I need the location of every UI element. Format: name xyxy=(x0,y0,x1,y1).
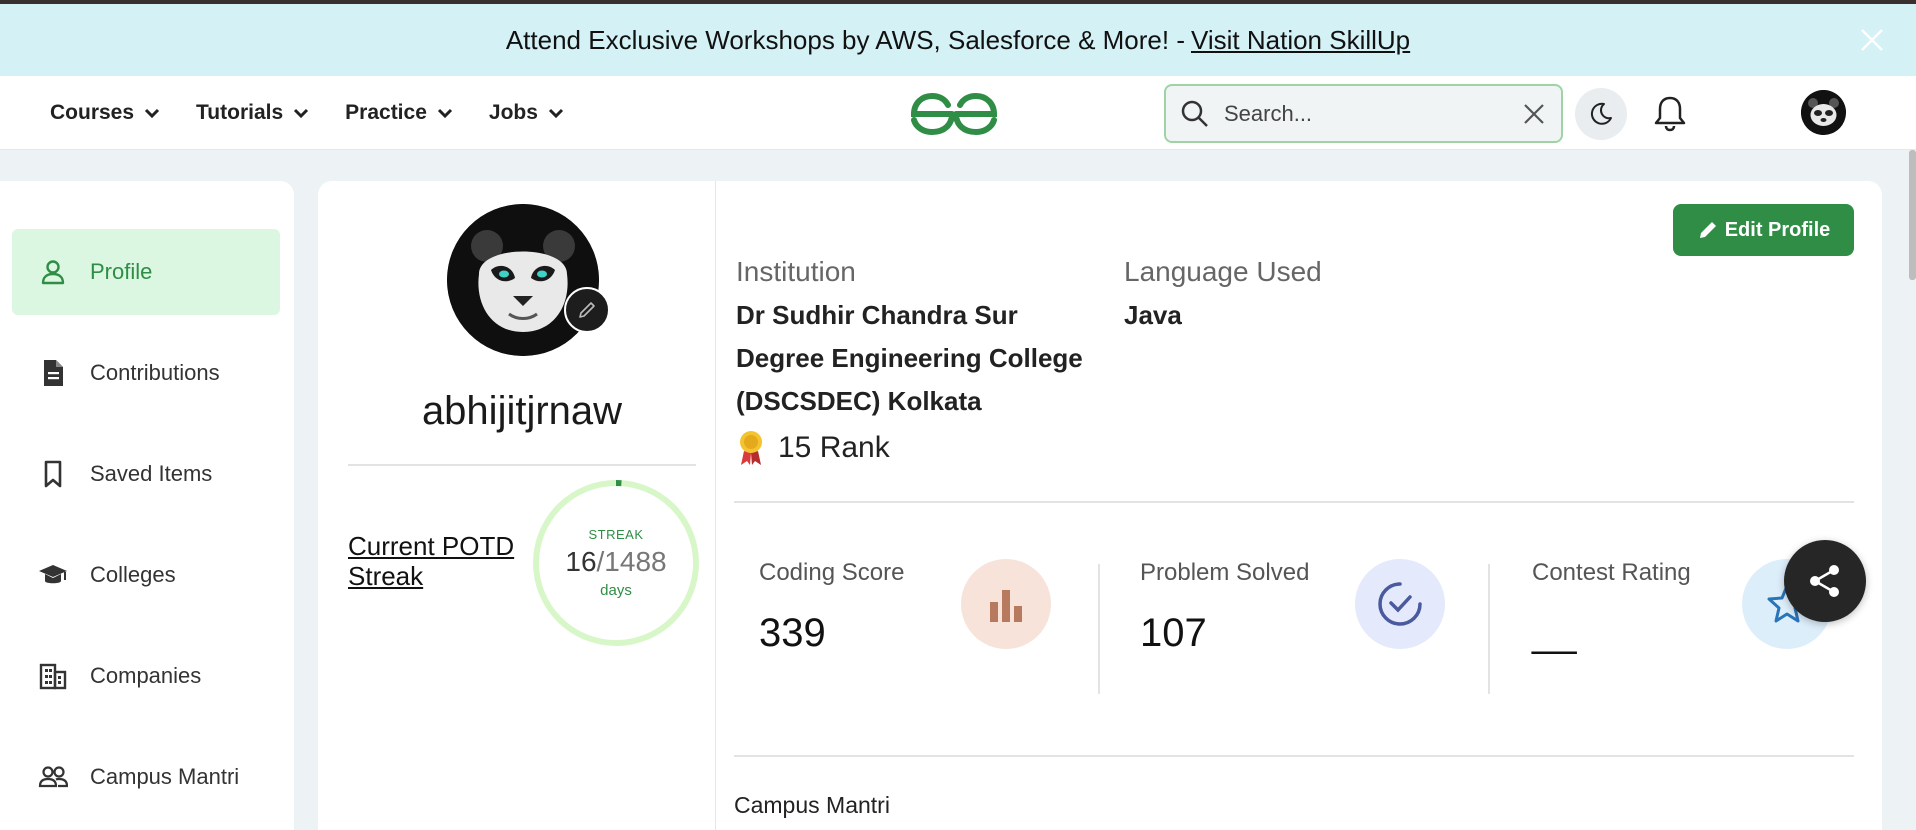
stat-value: 339 xyxy=(759,611,826,655)
streak-total: /1488 xyxy=(596,546,667,577)
moon-icon xyxy=(1590,102,1612,125)
rank: 15 Rank xyxy=(736,429,890,467)
nav-menu: Courses Tutorials Practice Jobs xyxy=(50,76,566,150)
edit-profile-button[interactable]: Edit Profile xyxy=(1673,204,1854,256)
nav-item-label: Practice xyxy=(345,101,427,124)
bar-chart-icon xyxy=(990,590,1022,622)
clear-search-icon[interactable] xyxy=(1521,101,1547,127)
nav-item-tutorials[interactable]: Tutorials xyxy=(196,101,311,125)
share-button[interactable] xyxy=(1784,540,1866,622)
edit-profile-label: Edit Profile xyxy=(1724,218,1831,241)
chevron-down-icon xyxy=(294,108,309,119)
banner-text: Attend Exclusive Workshops by AWS, Sales… xyxy=(505,24,1185,55)
sidebar-item-label: Colleges xyxy=(90,562,176,587)
search-box xyxy=(1164,84,1563,143)
sidebar-item-contributions[interactable]: Contributions xyxy=(12,330,280,416)
person-icon xyxy=(41,260,65,285)
problem-solved-stat: Problem Solved 107 xyxy=(1140,541,1460,691)
stat-label: Coding Score xyxy=(759,559,905,586)
nav-item-label: Courses xyxy=(50,101,135,124)
sidebar-item-saved-items[interactable]: Saved Items xyxy=(12,431,280,517)
coding-score-stat: Coding Score 339 xyxy=(759,541,1059,691)
institution-line: (DSCSDEC) Kolkata xyxy=(736,386,982,416)
people-icon xyxy=(38,766,68,788)
top-navbar: Courses Tutorials Practice Jobs xyxy=(0,76,1916,150)
chevron-down-icon xyxy=(437,108,452,119)
bell-icon[interactable] xyxy=(1652,94,1688,132)
institution-label: Institution xyxy=(736,256,856,287)
sidebar-item-companies[interactable]: Companies xyxy=(12,633,280,719)
streak-unit: days xyxy=(600,582,632,599)
profile-summary: abhijitjrnaw Current POTD Streak STREAK … xyxy=(318,181,716,830)
document-icon xyxy=(44,360,63,386)
streak-value: 16/1488 xyxy=(565,546,666,578)
sidebar-item-label: Saved Items xyxy=(90,461,213,486)
gfg-logo-icon[interactable] xyxy=(908,90,1000,138)
panda-avatar xyxy=(1801,90,1846,135)
language-label: Language Used xyxy=(1124,256,1322,287)
panda-avatar xyxy=(447,204,599,356)
rank-value: 15 Rank xyxy=(778,431,890,464)
nav-item-jobs[interactable]: Jobs xyxy=(489,101,566,125)
profile-card: abhijitjrnaw Current POTD Streak STREAK … xyxy=(318,181,1882,830)
streak-label: STREAK xyxy=(588,527,644,542)
stat-divider xyxy=(1098,564,1100,694)
stat-label: Problem Solved xyxy=(1140,559,1310,586)
banner-link[interactable]: Visit Nation SkillUp xyxy=(1191,25,1410,56)
medal-icon xyxy=(740,431,762,465)
stat-value: 107 xyxy=(1140,611,1207,655)
promo-banner: Attend Exclusive Workshops by AWS, Sales… xyxy=(0,4,1916,76)
stat-icon-wrap xyxy=(1355,559,1445,649)
sidebar-item-profile[interactable]: Profile xyxy=(12,229,280,315)
nav-item-label: Jobs xyxy=(488,101,538,124)
stat-divider xyxy=(1488,564,1490,694)
potd-streak-link[interactable]: Current POTD Streak xyxy=(348,531,538,591)
edit-avatar-button[interactable] xyxy=(564,287,610,333)
nav-item-practice[interactable]: Practice xyxy=(345,101,455,125)
pencil-icon xyxy=(579,302,595,318)
search-input[interactable] xyxy=(1210,100,1521,127)
sidebar-item-label: Campus Mantri xyxy=(90,764,240,789)
stat-label: Contest Rating xyxy=(1532,559,1691,586)
sidebar-item-label: Contributions xyxy=(90,360,220,385)
theme-toggle-button[interactable] xyxy=(1575,88,1627,140)
sidebar-item-label: Companies xyxy=(90,663,202,688)
campus-mantri-heading: Campus Mantri xyxy=(734,792,890,818)
institution-line: Degree Engineering College xyxy=(736,343,1083,373)
building-icon xyxy=(39,663,67,690)
stat-value: __ xyxy=(1532,611,1577,655)
streak-current: 16 xyxy=(565,546,597,577)
streak-info: STREAK 16/1488 days xyxy=(531,478,701,648)
nav-item-label: Tutorials xyxy=(196,101,284,124)
graduation-cap-icon xyxy=(39,565,67,584)
sidebar: Profile Contributions Saved Items Colleg… xyxy=(0,181,294,830)
stat-icon-wrap xyxy=(961,559,1051,649)
divider xyxy=(734,755,1854,757)
bookmark-icon xyxy=(44,460,62,488)
user-avatar[interactable] xyxy=(1801,90,1846,135)
divider xyxy=(734,501,1854,503)
sidebar-item-label: Profile xyxy=(90,259,153,284)
sidebar-item-colleges[interactable]: Colleges xyxy=(12,532,280,618)
username: abhijitjrnaw xyxy=(421,389,623,433)
chevron-down-icon xyxy=(548,108,563,119)
pencil-icon xyxy=(1699,222,1716,238)
institution-line: Dr Sudhir Chandra Sur xyxy=(736,300,1018,330)
profile-avatar xyxy=(447,204,599,356)
check-circle-icon xyxy=(1378,582,1422,626)
chevron-down-icon xyxy=(144,108,160,119)
divider xyxy=(348,464,696,466)
page-scrollbar[interactable] xyxy=(1909,150,1916,280)
nav-item-courses[interactable]: Courses xyxy=(50,101,162,125)
close-icon[interactable] xyxy=(1858,26,1886,54)
search-icon xyxy=(1181,100,1208,127)
institution-value: Dr Sudhir Chandra Sur Degree Engineering… xyxy=(736,294,1116,423)
sidebar-item-campus-mantri[interactable]: Campus Mantri xyxy=(12,734,280,820)
share-icon xyxy=(1810,565,1839,597)
language-value: Java xyxy=(1124,300,1182,330)
